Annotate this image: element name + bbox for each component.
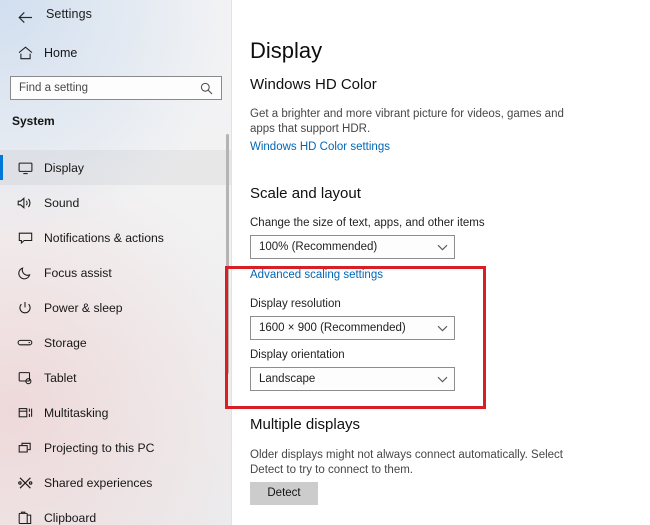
scale-dropdown[interactable]: 100% (Recommended) xyxy=(250,235,455,259)
selection-indicator xyxy=(0,260,3,285)
selection-indicator xyxy=(0,505,3,525)
tablet-icon xyxy=(8,371,42,385)
sidebar-item-label: Storage xyxy=(44,335,87,350)
sidebar-item-sound[interactable]: Sound xyxy=(0,185,232,220)
sidebar-item-label: Projecting to this PC xyxy=(44,440,155,455)
home-icon xyxy=(8,46,42,60)
page-title: Display xyxy=(250,38,323,63)
content-pane: Display Windows HD Color Get a brighter … xyxy=(233,0,650,525)
power-icon xyxy=(8,301,42,315)
section-heading-multiple-displays: Multiple displays xyxy=(250,416,361,433)
search-icon[interactable] xyxy=(193,77,219,99)
display-orientation-value: Landscape xyxy=(259,373,316,385)
display-orientation-dropdown[interactable]: Landscape xyxy=(250,367,455,391)
title-bar: Settings xyxy=(0,0,232,34)
advanced-scaling-settings-link[interactable]: Advanced scaling settings xyxy=(250,269,383,281)
sidebar-item-label: Tablet xyxy=(44,370,77,385)
sidebar-item-label: Power & sleep xyxy=(44,300,123,315)
app-title: Settings xyxy=(46,7,92,21)
sidebar-divider xyxy=(231,0,232,525)
shared-experiences-icon xyxy=(8,476,42,490)
sidebar-item-label: Multitasking xyxy=(44,405,109,420)
sidebar-item-label: Shared experiences xyxy=(44,475,153,490)
chevron-down-icon xyxy=(430,368,454,390)
selection-indicator xyxy=(0,435,3,460)
chevron-down-icon xyxy=(430,236,454,258)
display-resolution-label: Display resolution xyxy=(250,298,341,310)
search-input[interactable] xyxy=(11,77,193,99)
sidebar-item-home[interactable]: Home xyxy=(0,38,232,68)
navigation-sidebar: Settings Home System Display Sound Notific… xyxy=(0,0,232,525)
nav-group-title: System xyxy=(12,114,55,128)
display-orientation-label: Display orientation xyxy=(250,349,345,361)
sidebar-item-tablet[interactable]: Tablet xyxy=(0,360,232,395)
sidebar-item-label: Focus assist xyxy=(44,265,112,280)
chevron-down-icon xyxy=(430,317,454,339)
sidebar-scrollbar[interactable] xyxy=(226,134,229,374)
selection-indicator xyxy=(0,155,3,180)
sidebar-item-label: Display xyxy=(44,160,84,175)
sidebar-item-label: Sound xyxy=(44,195,80,210)
sidebar-item-label: Clipboard xyxy=(44,510,97,525)
sidebar-item-multitasking[interactable]: Multitasking xyxy=(0,395,232,430)
display-resolution-value: 1600 × 900 (Recommended) xyxy=(259,322,406,334)
multiple-displays-description: Older displays might not always connect … xyxy=(250,449,563,476)
scale-dropdown-value: 100% (Recommended) xyxy=(259,241,378,253)
settings-window: Settings Home System Display Sound Notific… xyxy=(0,0,650,525)
scale-label: Change the size of text, apps, and other… xyxy=(250,217,485,229)
moon-icon xyxy=(8,266,42,280)
display-resolution-dropdown[interactable]: 1600 × 900 (Recommended) xyxy=(250,316,455,340)
monitor-icon xyxy=(8,161,42,175)
sidebar-item-display[interactable]: Display xyxy=(0,150,232,185)
nav-list: Display Sound Notifications & actions Focus… xyxy=(0,150,232,525)
speaker-icon xyxy=(8,196,42,210)
search-box[interactable] xyxy=(10,76,222,100)
sidebar-item-projecting-to-this-pc[interactable]: Projecting to this PC xyxy=(0,430,232,465)
selection-indicator xyxy=(0,190,3,215)
hd-color-settings-link[interactable]: Windows HD Color settings xyxy=(250,141,390,153)
selection-indicator xyxy=(0,470,3,495)
multitasking-icon xyxy=(8,406,42,420)
selection-indicator xyxy=(0,330,3,355)
sidebar-item-home-label: Home xyxy=(44,46,78,60)
storage-icon xyxy=(8,336,42,349)
projecting-icon xyxy=(8,441,42,455)
sidebar-item-clipboard[interactable]: Clipboard xyxy=(0,500,232,525)
sidebar-item-label: Notifications & actions xyxy=(44,230,164,245)
section-heading-scale-layout: Scale and layout xyxy=(250,185,361,202)
detect-button[interactable]: Detect xyxy=(250,482,318,505)
sidebar-item-storage[interactable]: Storage xyxy=(0,325,232,360)
selection-indicator xyxy=(0,295,3,320)
sidebar-item-power-sleep[interactable]: Power & sleep xyxy=(0,290,232,325)
sidebar-item-shared-experiences[interactable]: Shared experiences xyxy=(0,465,232,500)
back-arrow-icon[interactable] xyxy=(10,3,40,31)
notification-icon xyxy=(8,231,42,245)
hd-color-description: Get a brighter and more vibrant picture … xyxy=(250,108,564,135)
sidebar-item-focus-assist[interactable]: Focus assist xyxy=(0,255,232,290)
sidebar-item-notifications-actions[interactable]: Notifications & actions xyxy=(0,220,232,255)
section-heading-hd-color: Windows HD Color xyxy=(250,76,377,93)
selection-indicator xyxy=(0,400,3,425)
clipboard-icon xyxy=(8,511,42,525)
selection-indicator xyxy=(0,365,3,390)
selection-indicator xyxy=(0,225,3,250)
